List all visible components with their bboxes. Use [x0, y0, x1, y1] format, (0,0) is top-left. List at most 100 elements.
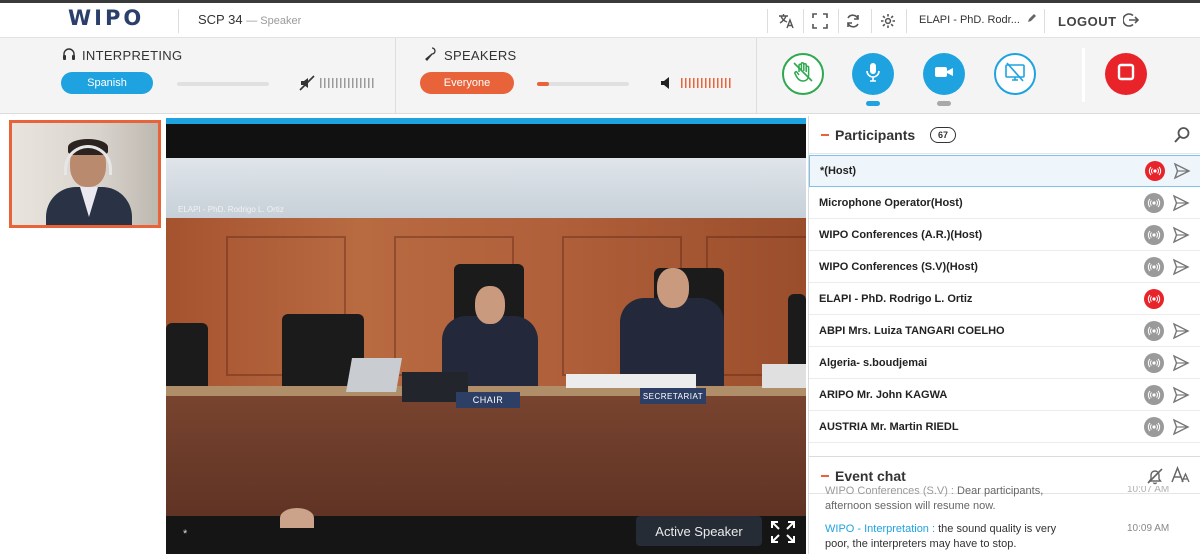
expand-icon[interactable]: [808, 9, 832, 33]
logout-icon: [1121, 12, 1139, 31]
event-chat-title: Event chat: [835, 468, 906, 484]
interpreting-title: INTERPRETING: [82, 48, 183, 63]
session-role: — Speaker: [246, 15, 302, 27]
collapse-dash-icon[interactable]: [821, 475, 829, 477]
participant-mic-status-icon[interactable]: [1144, 192, 1164, 213]
participant-row[interactable]: Microphone Operator(Host): [809, 187, 1200, 219]
send-message-icon[interactable]: [1172, 354, 1190, 372]
interpreting-volume-meter: [320, 78, 374, 88]
speakers-volume-fill: [537, 82, 549, 86]
video-caption: ELAPI - PhD. Rodrigo L. Ortiz: [178, 205, 284, 214]
divider: [1044, 9, 1045, 33]
participants-header[interactable]: Participants 67: [809, 116, 1200, 154]
participant-mic-status-icon[interactable]: [1144, 288, 1164, 309]
interpreting-section-title: INTERPRETING: [62, 47, 182, 64]
self-video-tile[interactable]: [9, 120, 161, 228]
send-message-icon[interactable]: [1172, 194, 1190, 212]
divider: [178, 9, 179, 33]
participant-mic-status-icon[interactable]: [1144, 352, 1164, 373]
divider: [756, 38, 757, 114]
search-icon[interactable]: [1173, 126, 1191, 149]
papers: [566, 374, 696, 388]
screen-share-button[interactable]: [994, 53, 1036, 95]
participant-row[interactable]: AUSTRIA Mr. Martin RIEDL: [809, 411, 1200, 443]
participant-row[interactable]: *(Host): [809, 155, 1200, 187]
edit-icon[interactable]: [1027, 13, 1037, 26]
chat-message-text: WIPO - Interpretation : the sound qualit…: [825, 522, 1063, 552]
speakers-title: SPEAKERS: [444, 48, 517, 63]
divider: [871, 9, 872, 33]
active-speaker-label: Active Speaker: [636, 516, 762, 546]
participant-row[interactable]: ELAPI - PhD. Rodrigo L. Ortiz: [809, 283, 1200, 315]
interpreting-mute-icon[interactable]: [298, 74, 316, 97]
participant-name: ABPI Mrs. Luiza TANGARI COELHO: [819, 324, 1005, 337]
chat-message-text: WIPO Conferences (S.V) : Dear participan…: [825, 486, 1085, 514]
microphone-button[interactable]: [852, 53, 894, 95]
gear-icon[interactable]: [876, 9, 900, 33]
chair-nameplate: CHAIR: [456, 392, 520, 408]
participant-name: ELAPI - PhD. Rodrigo L. Ortiz: [819, 292, 973, 305]
secretariat-nameplate: SECRETARIAT: [640, 388, 706, 404]
speakers-volume-icon[interactable]: [658, 74, 676, 97]
translate-icon[interactable]: [774, 9, 798, 33]
send-message-icon[interactable]: [1172, 226, 1190, 244]
session-title: SCP 34 — Speaker: [198, 12, 301, 27]
logout-button[interactable]: LOGOUT: [1058, 12, 1139, 31]
laptop: [346, 358, 402, 392]
participants-count-badge: 67: [930, 127, 957, 143]
participant-row[interactable]: ABPI Mrs. Luiza TANGARI COELHO: [809, 315, 1200, 347]
participant-row[interactable]: WIPO Conferences (S.V)(Host): [809, 251, 1200, 283]
participant-mic-status-icon[interactable]: [1145, 161, 1165, 181]
wipo-logo: WIPO: [68, 6, 145, 30]
control-bar: INTERPRETING Spanish SPEAKERS Everyone: [0, 38, 1200, 114]
chat-time: 10:07 AM: [1127, 486, 1170, 495]
participants-title: Participants: [835, 127, 916, 143]
send-message-icon[interactable]: [1172, 322, 1190, 340]
chair: [166, 323, 208, 393]
send-message-icon[interactable]: [1172, 386, 1190, 404]
side-panel: Participants 67 *(Host) Microphone Operat…: [808, 116, 1200, 554]
user-name[interactable]: ELAPI - PhD. Rodr...: [919, 13, 1037, 26]
participant-name: AUSTRIA Mr. Martin RIEDL: [819, 420, 959, 433]
raise-hand-button[interactable]: [782, 53, 824, 95]
participant-mic-status-icon[interactable]: [1144, 384, 1164, 405]
send-message-icon[interactable]: [1172, 258, 1190, 276]
camera-button[interactable]: [923, 53, 965, 95]
refresh-icon[interactable]: [841, 9, 865, 33]
fullscreen-icon[interactable]: [770, 520, 796, 544]
participant-name: WIPO Conferences (A.R.)(Host): [819, 228, 983, 241]
language-selector[interactable]: Spanish: [61, 72, 153, 94]
stop-button[interactable]: [1105, 53, 1147, 95]
chat-sender: WIPO - Interpretation :: [825, 523, 936, 535]
divider: [906, 9, 907, 33]
participant-row[interactable]: WIPO Conferences (A.R.)(Host): [809, 219, 1200, 251]
interpreting-volume-slider[interactable]: [177, 82, 269, 86]
speakers-volume-slider[interactable]: [537, 82, 629, 86]
main-video[interactable]: ELAPI - PhD. Rodrigo L. Ortiz CHAIR SECR…: [166, 118, 806, 554]
microphone-icon: [862, 61, 884, 88]
collapse-dash-icon[interactable]: [821, 134, 829, 136]
send-message-icon[interactable]: [1173, 162, 1191, 180]
divider: [838, 9, 839, 33]
chat-message: WIPO - Interpretation : the sound qualit…: [809, 520, 1200, 554]
participant-name: Algeria- s.boudjemai: [819, 356, 928, 369]
participant-mic-status-icon[interactable]: [1144, 320, 1164, 341]
participant-mic-status-icon[interactable]: [1144, 256, 1164, 277]
chat-time: 10:09 AM: [1127, 523, 1170, 534]
participant-row[interactable]: Algeria- s.boudjemai: [809, 347, 1200, 379]
divider: [395, 38, 396, 114]
participant-name: ARIPO Mr. John KAGWA: [819, 388, 948, 401]
app-root: WIPO SCP 34 — Speaker ELAPI - PhD. Rodr.…: [0, 0, 1200, 554]
video-active-bar: [166, 118, 806, 124]
participant-mic-status-icon[interactable]: [1144, 224, 1164, 245]
speakers-selector[interactable]: Everyone: [420, 72, 514, 94]
participant-mic-status-icon[interactable]: [1144, 416, 1164, 437]
top-bar: WIPO SCP 34 — Speaker ELAPI - PhD. Rodr.…: [0, 0, 1200, 38]
foreground-head: [280, 508, 314, 528]
chat-sender: WIPO Conferences (S.V) :: [825, 486, 954, 497]
video-camera-icon: [933, 61, 955, 88]
participant-name: Microphone Operator(Host): [819, 196, 963, 209]
send-message-icon[interactable]: [1172, 418, 1190, 436]
participant-row[interactable]: ARIPO Mr. John KAGWA: [809, 379, 1200, 411]
chair: [788, 294, 806, 374]
